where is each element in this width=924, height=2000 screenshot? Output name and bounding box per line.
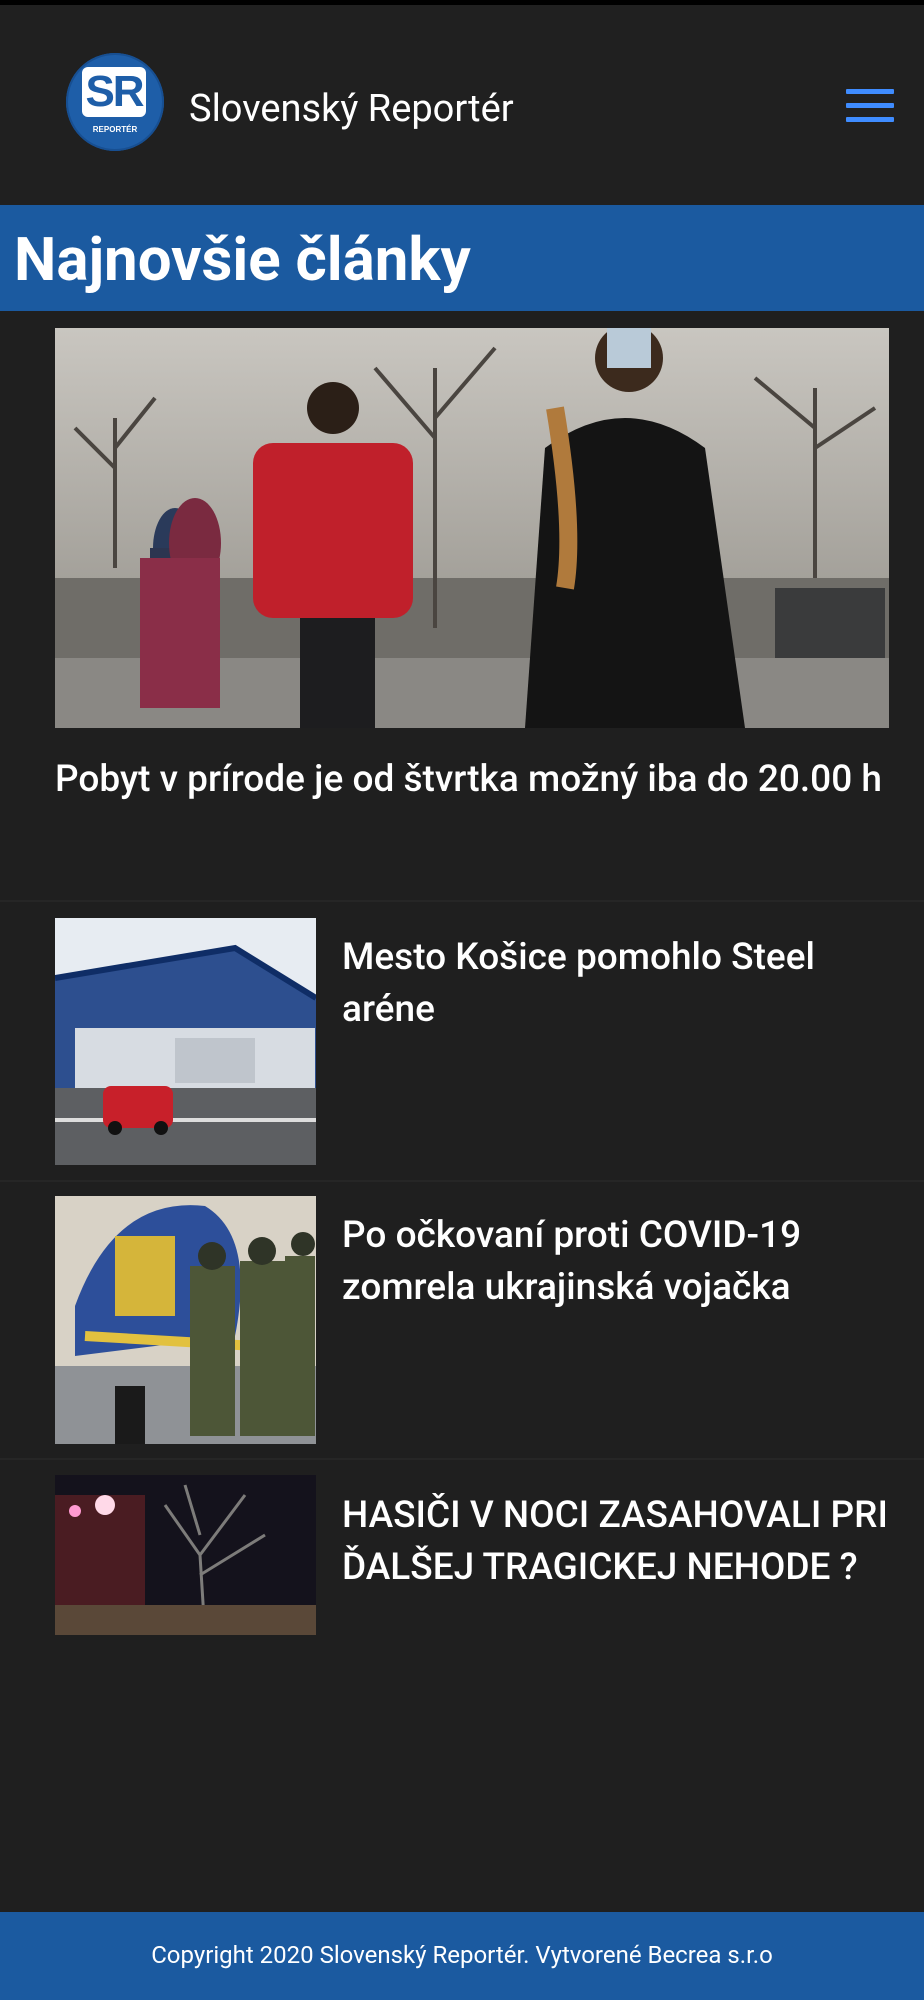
menu-bar — [846, 89, 894, 94]
site-logo[interactable]: SR REPORTÉR — [66, 53, 164, 151]
menu-bar — [846, 103, 894, 108]
logo-subtext: REPORTÉR — [92, 125, 138, 134]
article-title[interactable]: Pobyt v prírode je od štvrtka možný iba … — [55, 752, 895, 808]
article-divider — [0, 1180, 924, 1182]
site-footer: Copyright 2020 Slovenský Reportér. Vytvo… — [0, 1912, 924, 2000]
site-header: SR REPORTÉR Slovenský Reportér — [0, 5, 924, 205]
hamburger-menu-icon[interactable] — [846, 89, 894, 127]
article-title[interactable]: Po očkovaní proti COVID-19 zomrela ukraj… — [342, 1210, 902, 1314]
article-thumbnail[interactable] — [55, 918, 316, 1165]
logo-text: SR — [85, 67, 144, 116]
section-header: Najnovšie články — [0, 205, 924, 311]
article-divider — [0, 900, 924, 902]
menu-bar — [846, 117, 894, 122]
section-title: Najnovšie články — [14, 224, 471, 295]
article-divider — [0, 1458, 924, 1460]
hero-article-image[interactable] — [55, 328, 889, 728]
article-title[interactable]: HASIČI V NOCI ZASAHOVALI PRI ĎALŠEJ TRAG… — [342, 1490, 902, 1594]
soldiers-photo — [55, 1196, 316, 1444]
article-thumbnail[interactable] — [55, 1475, 316, 1635]
firefighters-photo — [55, 1475, 316, 1635]
hero-photo — [55, 328, 889, 728]
article-title[interactable]: Mesto Košice pomohlo Steel aréne — [342, 932, 902, 1036]
logo-badge: SR — [82, 67, 146, 117]
site-title[interactable]: Slovenský Reportér — [189, 85, 514, 133]
article-thumbnail[interactable] — [55, 1196, 316, 1444]
copyright-text: Copyright 2020 Slovenský Reportér. Vytvo… — [151, 1941, 773, 1969]
arena-photo — [55, 918, 316, 1165]
